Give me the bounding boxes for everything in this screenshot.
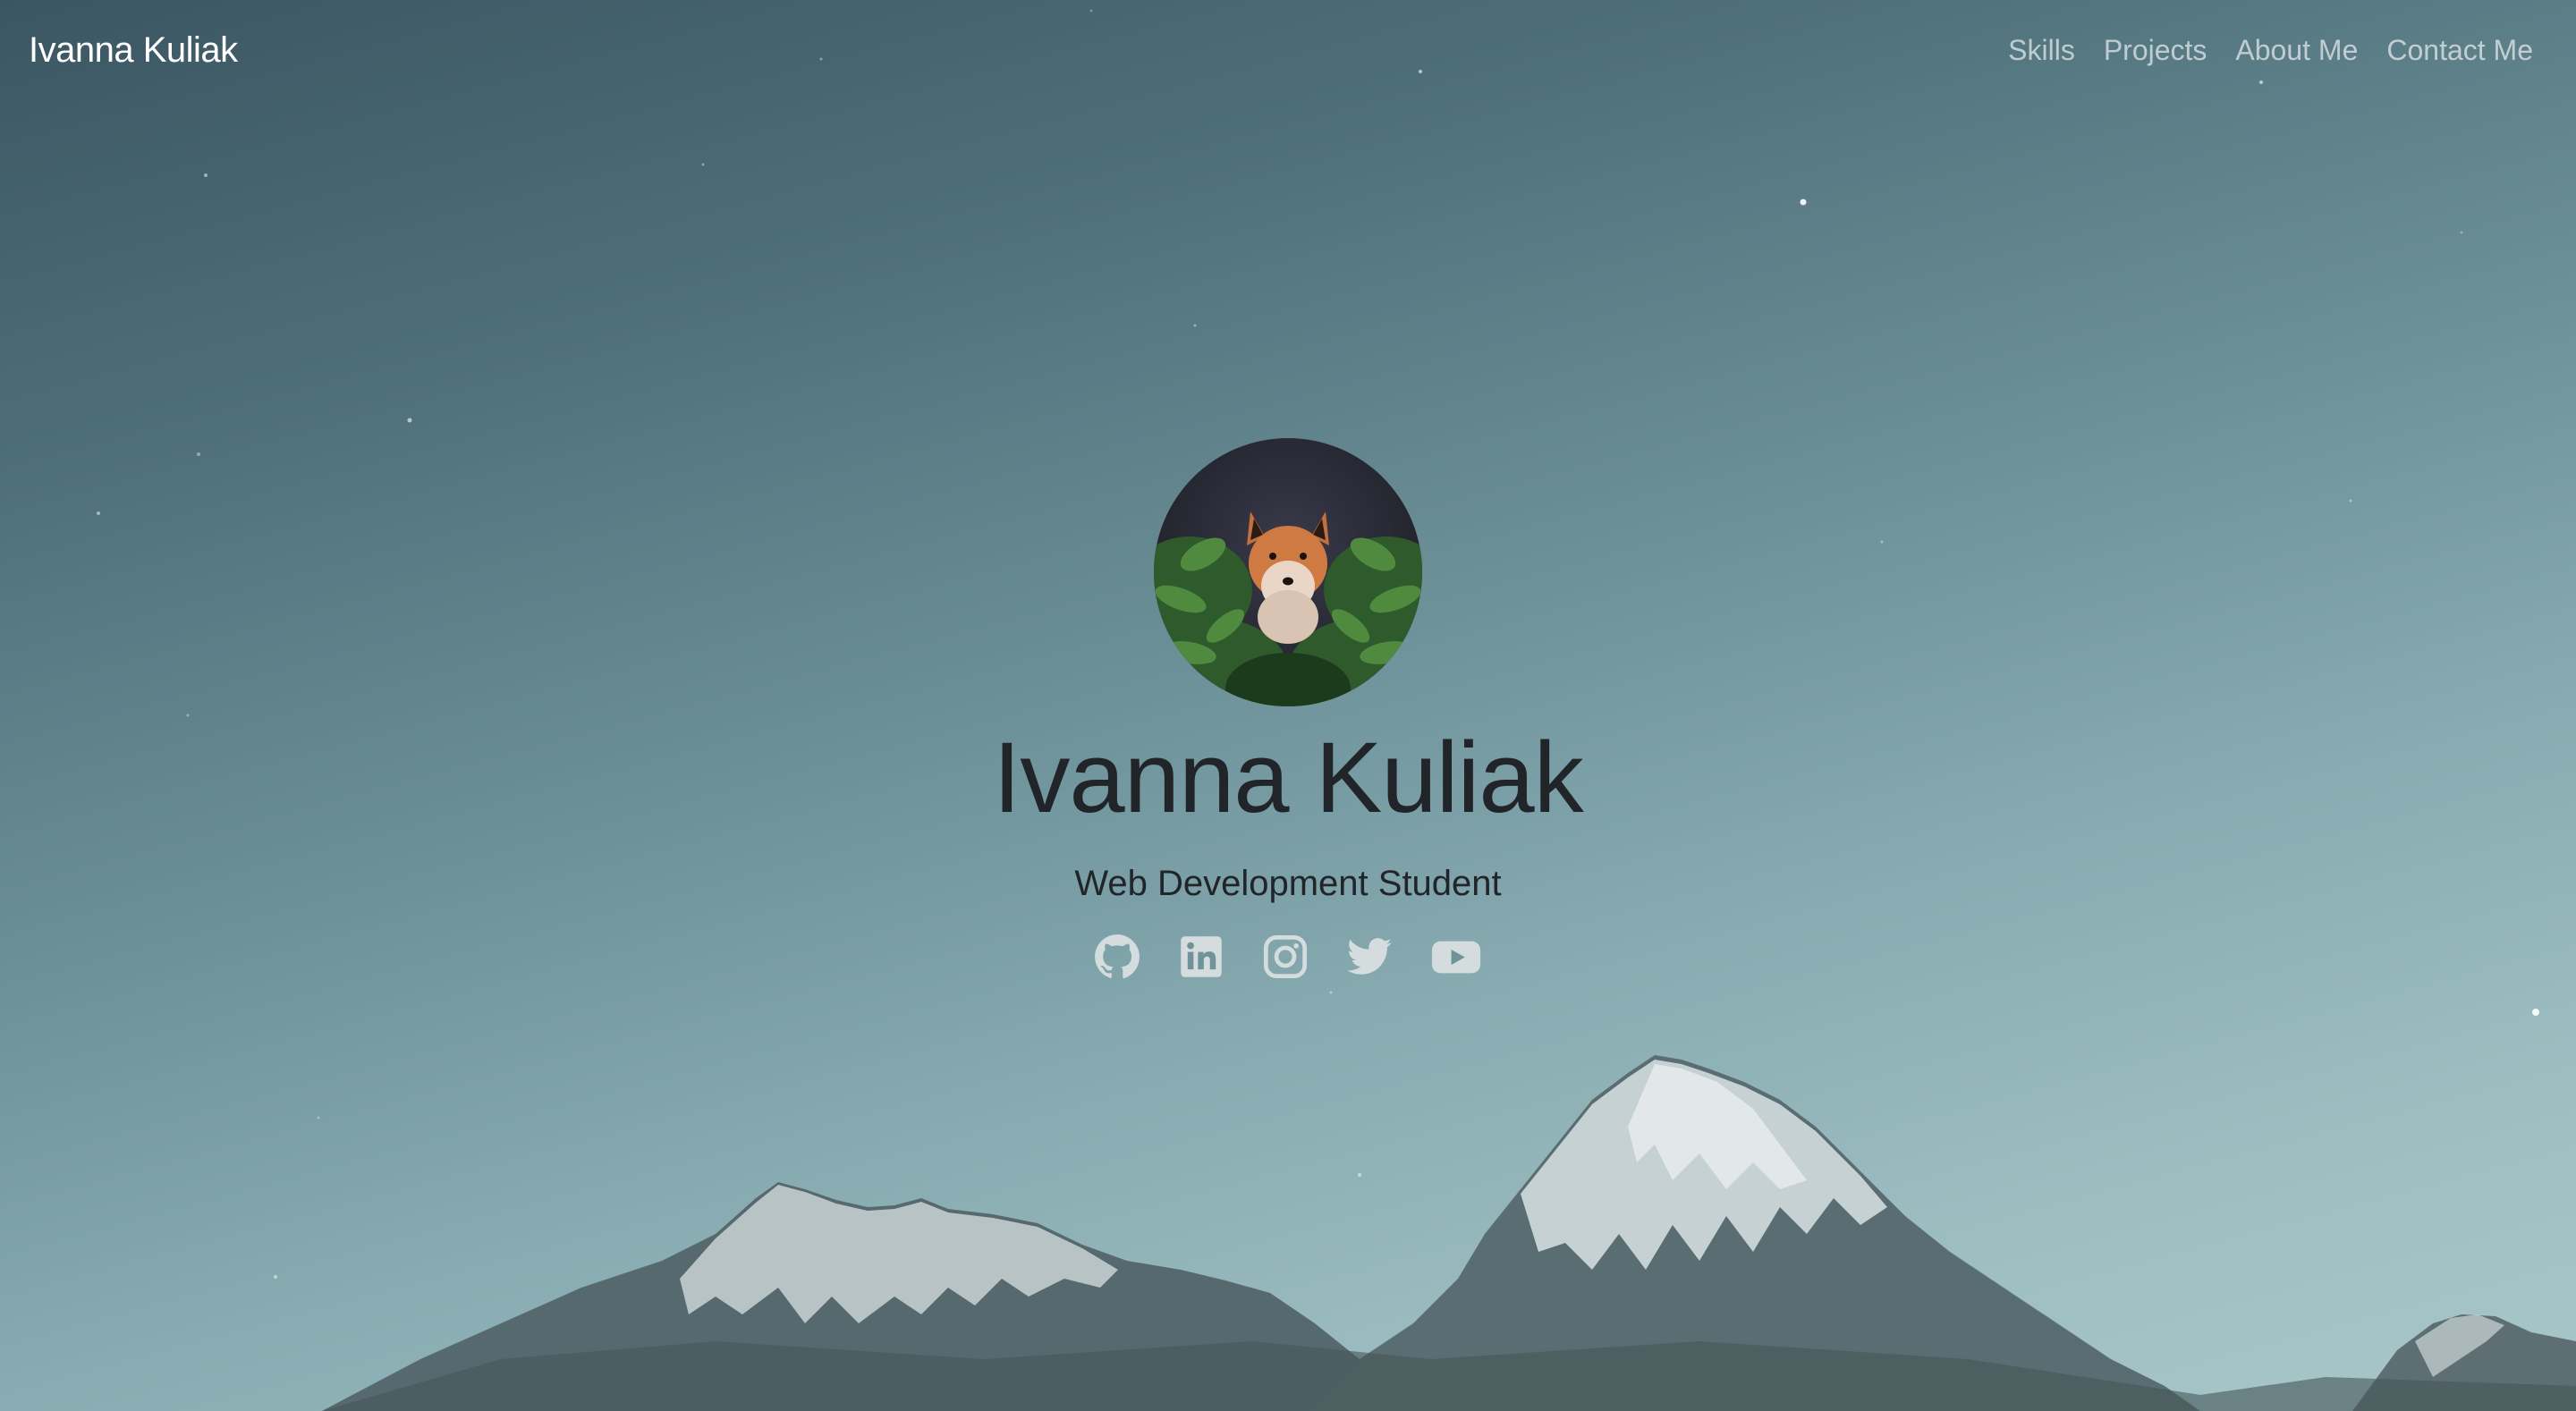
- youtube-link[interactable]: [1430, 934, 1482, 980]
- nav-item-projects: Projects: [2104, 27, 2207, 73]
- github-link[interactable]: [1094, 934, 1140, 980]
- twitter-icon: [1347, 938, 1392, 975]
- hero-section: Ivanna Kuliak Web Development Student: [0, 438, 2576, 980]
- fox-photo-icon: [1154, 438, 1422, 706]
- instagram-link[interactable]: [1262, 934, 1309, 980]
- nav-link-contact-me[interactable]: Contact Me: [2386, 34, 2533, 66]
- nav-link-about-me[interactable]: About Me: [2235, 34, 2358, 66]
- twitter-link[interactable]: [1346, 934, 1393, 980]
- instagram-icon: [1263, 934, 1308, 979]
- nav-links: Skills Projects About Me Contact Me: [2008, 27, 2533, 73]
- hero-name: Ivanna Kuliak: [993, 722, 1583, 833]
- social-links: [1094, 934, 1482, 980]
- nav-item-about-me: About Me: [2235, 27, 2358, 73]
- nav-item-contact-me: Contact Me: [2386, 27, 2533, 73]
- nav-link-projects[interactable]: Projects: [2104, 34, 2207, 66]
- hero-subtitle: Web Development Student: [1074, 864, 1502, 903]
- navbar: Ivanna Kuliak Skills Projects About Me C…: [0, 0, 2576, 100]
- nav-item-skills: Skills: [2008, 27, 2075, 73]
- linkedin-icon: [1181, 936, 1222, 977]
- nav-link-skills[interactable]: Skills: [2008, 34, 2075, 66]
- avatar: [1154, 438, 1422, 706]
- brand-link[interactable]: Ivanna Kuliak: [29, 27, 238, 73]
- github-icon: [1095, 934, 1140, 979]
- youtube-icon: [1431, 941, 1481, 974]
- linkedin-link[interactable]: [1178, 934, 1224, 980]
